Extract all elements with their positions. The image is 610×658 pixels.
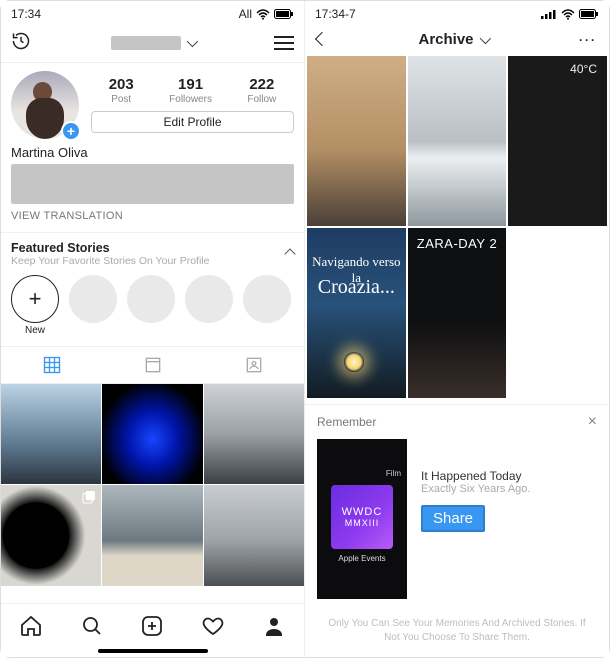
chevron-down-icon	[480, 31, 488, 48]
add-story-icon[interactable]: +	[61, 121, 81, 141]
tab-activity[interactable]	[201, 614, 225, 641]
tab-tagged[interactable]	[203, 347, 304, 383]
overlay-temperature: 40°C	[570, 62, 597, 76]
archive-story[interactable]: ZARA-DAY 2	[408, 228, 507, 398]
overlay-text: Croazia...	[307, 276, 406, 299]
status-bar: 17:34-7	[305, 1, 609, 25]
featured-stories: Featured Stories Keep Your Favorite Stor…	[1, 232, 304, 346]
tab-grid[interactable]	[1, 347, 102, 383]
grid-post[interactable]	[102, 384, 202, 484]
battery-icon	[579, 9, 599, 19]
status-bar: 17:34 All	[1, 1, 304, 25]
grid-post[interactable]	[102, 485, 202, 585]
featured-title: Featured Stories	[11, 241, 209, 255]
signal-icon	[541, 9, 557, 19]
carrier-label: All	[239, 7, 252, 21]
wifi-icon	[561, 9, 575, 20]
username-hidden	[111, 36, 181, 50]
status-icons: All	[239, 7, 294, 21]
memories-heading: Remember	[317, 415, 376, 429]
tab-search[interactable]	[80, 614, 104, 641]
status-time: 17:34	[11, 7, 41, 21]
story-highlight-placeholder[interactable]	[127, 275, 175, 323]
chevron-down-icon	[187, 34, 195, 51]
archive-grid: 40°C Navigando verso la Croazia... ZARA-…	[305, 56, 609, 398]
tab-feed[interactable]	[102, 347, 203, 383]
profile-header: + 203 Post 191 Followers 222 Follow Edit…	[1, 63, 304, 141]
close-button[interactable]: ×	[588, 413, 597, 431]
featured-subtitle: Keep Your Favorite Stories On Your Profi…	[11, 255, 209, 267]
profile-content-tabs	[1, 346, 304, 384]
overlay-text: ZARA-DAY 2	[408, 236, 507, 251]
archive-story[interactable]	[307, 56, 406, 226]
tab-home[interactable]	[19, 614, 43, 641]
archive-top-nav: Archive ···	[305, 25, 609, 56]
grid-post[interactable]	[204, 384, 304, 484]
status-time: 17:34-7	[315, 7, 356, 21]
more-options-button[interactable]: ···	[579, 33, 597, 47]
menu-button[interactable]	[274, 36, 294, 50]
home-indicator[interactable]	[98, 649, 208, 653]
story-highlight-placeholder[interactable]	[243, 275, 291, 323]
archive-story-empty	[508, 228, 607, 398]
status-icons	[541, 9, 599, 20]
username-switcher[interactable]	[111, 34, 195, 51]
stat-posts[interactable]: 203 Post	[109, 77, 134, 105]
avatar[interactable]: +	[11, 71, 79, 139]
edit-profile-button[interactable]: Edit Profile	[91, 111, 294, 133]
archive-history-icon[interactable]	[11, 31, 31, 54]
memories-footer-note: Only You Can See Your Memories And Archi…	[305, 605, 609, 652]
stat-followers[interactable]: 191 Followers	[169, 77, 212, 105]
chevron-up-icon[interactable]	[286, 247, 294, 261]
memory-subtitle: Exactly Six Years Ago.	[421, 483, 597, 495]
tab-profile[interactable]	[262, 614, 286, 641]
battery-icon	[274, 9, 294, 19]
grid-post[interactable]	[204, 485, 304, 585]
archive-story[interactable]: 40°C	[508, 56, 607, 226]
view-translation-link[interactable]: VIEW TRANSLATION	[1, 210, 304, 232]
bottom-tab-bar	[1, 603, 304, 645]
display-name: Martina Oliva	[1, 141, 304, 160]
tab-new-post[interactable]	[140, 614, 164, 641]
story-highlight-placeholder[interactable]	[185, 275, 233, 323]
archive-story[interactable]	[408, 56, 507, 226]
photo-grid	[1, 384, 304, 586]
memory-title: It Happened Today	[421, 469, 597, 483]
grid-post[interactable]	[1, 384, 101, 484]
carousel-icon	[81, 489, 97, 505]
wifi-icon	[256, 9, 270, 20]
profile-top-nav	[1, 25, 304, 63]
memory-thumbnail[interactable]: Film WWDC MMXIII Apple Events	[317, 439, 407, 599]
archive-title-dropdown[interactable]: Archive	[418, 31, 487, 48]
grid-post[interactable]	[1, 485, 101, 585]
archive-story[interactable]: Navigando verso la Croazia...	[307, 228, 406, 398]
bio-redacted	[11, 164, 294, 204]
memories-card: Remember × Film WWDC MMXIII Apple Events…	[305, 404, 609, 605]
stat-following[interactable]: 222 Follow	[247, 77, 276, 105]
archive-screen: 17:34-7 Archive ··· 40°C Navigando verso…	[305, 1, 609, 657]
share-button[interactable]: Share	[421, 505, 485, 532]
story-highlight-placeholder[interactable]	[69, 275, 117, 323]
profile-screen: 17:34 All + 203 Post	[1, 1, 305, 657]
story-highlight-new[interactable]: + New	[11, 275, 59, 336]
back-button[interactable]	[317, 33, 327, 47]
